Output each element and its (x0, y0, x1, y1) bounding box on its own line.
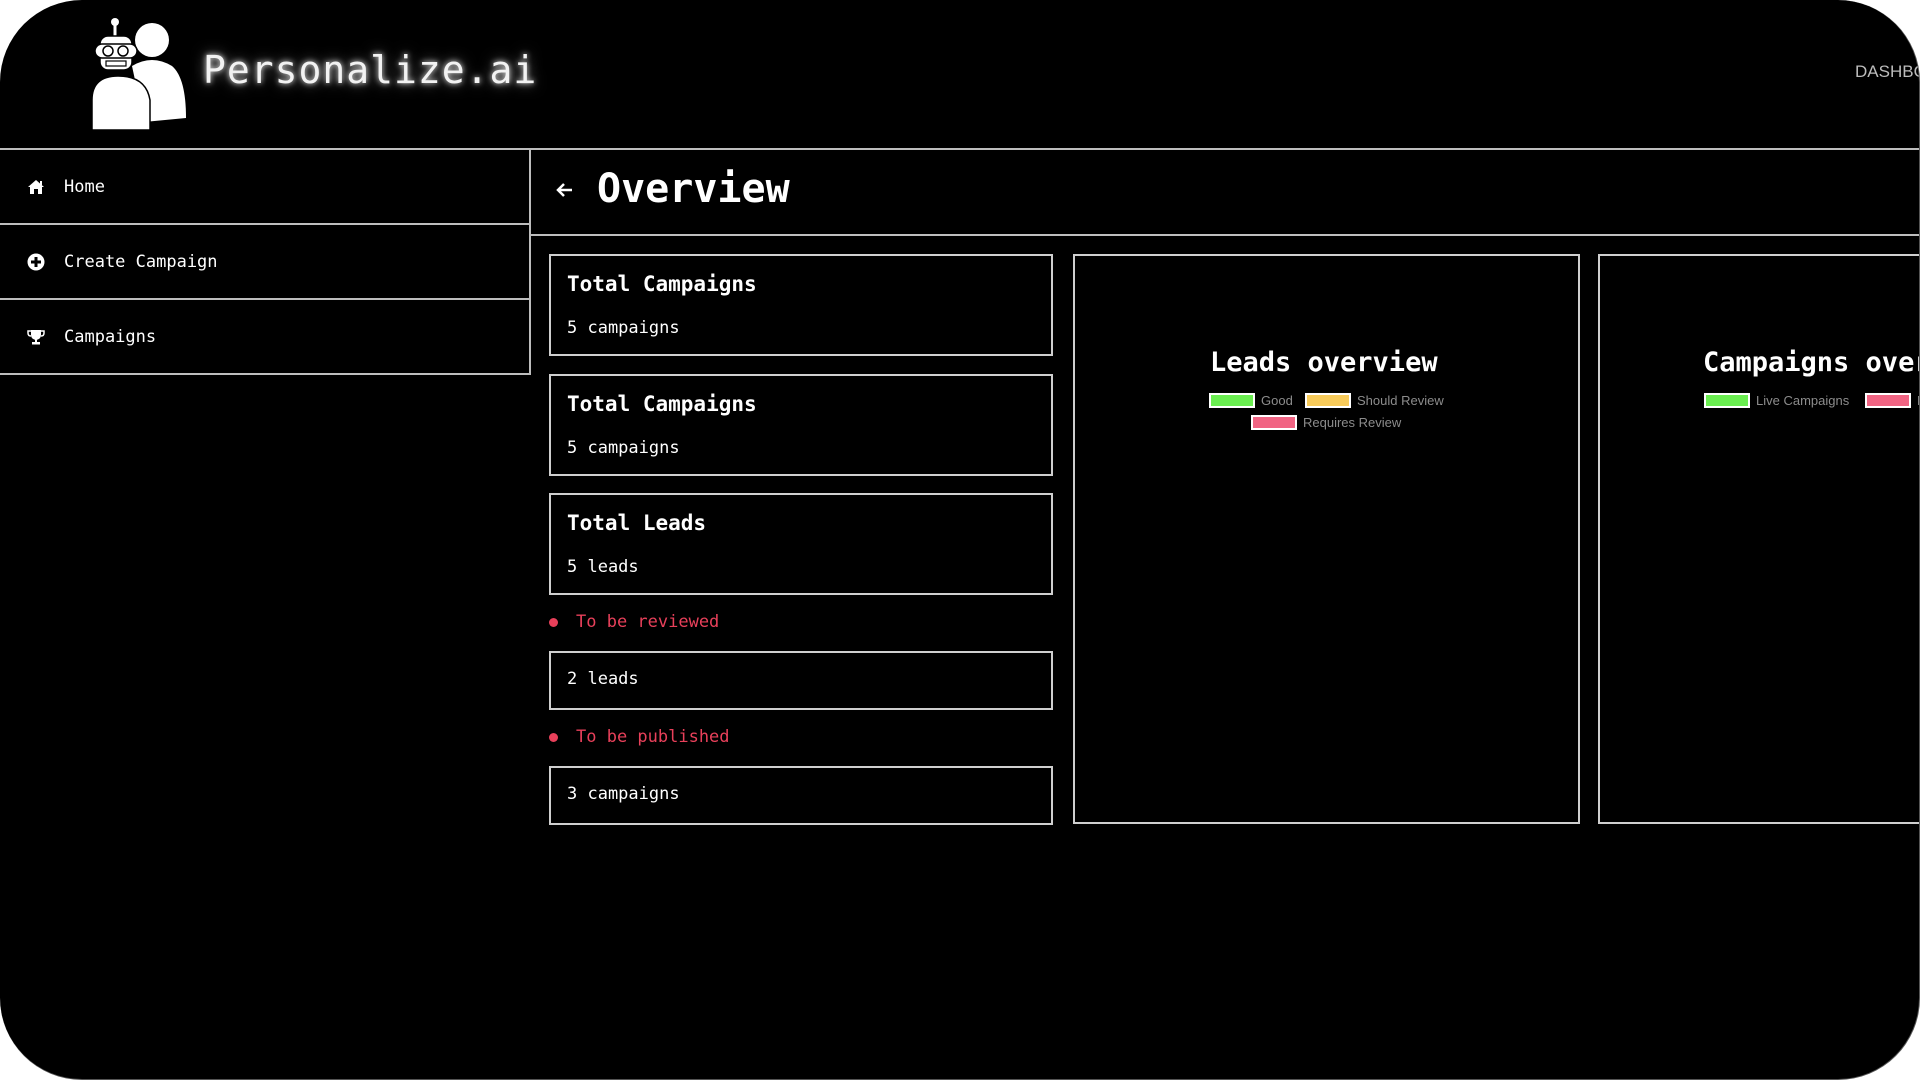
legend-item-good[interactable]: Good (1209, 393, 1293, 408)
stat-card-total-campaigns: Total Campaigns 5 campaigns (549, 254, 1053, 356)
stat-card-value: 5 leads (567, 557, 639, 577)
to-review-card: 2 leads (549, 651, 1053, 710)
to-publish-card: 3 campaigns (549, 766, 1053, 825)
app-window: Personalize.ai DASHBOARD Home Create Cam… (0, 0, 1920, 1080)
stat-card-total-leads: Total Leads 5 leads (549, 493, 1053, 595)
page-header: Overview (531, 150, 1919, 236)
sidebar-item-label: Home (64, 176, 105, 197)
back-arrow-icon[interactable] (555, 180, 577, 202)
stat-card-title: Total Leads (567, 511, 707, 535)
legend-swatch (1209, 393, 1255, 408)
to-review-value: 2 leads (567, 669, 639, 689)
home-icon (26, 177, 46, 197)
stat-card-value: 5 campaigns (567, 438, 680, 458)
to-publish-value: 3 campaigns (567, 784, 680, 804)
legend-swatch (1305, 393, 1351, 408)
nav-link-dashboard[interactable]: DASHBOARD (1855, 62, 1919, 82)
sidebar: Home Create Campaign Campaigns (0, 150, 531, 375)
campaigns-overview-card: Campaigns overview Live Campaigns N (1598, 254, 1919, 824)
status-to-be-published: To be published (548, 727, 730, 747)
status-to-be-reviewed: To be reviewed (548, 612, 719, 632)
chart-title: Campaigns overview (1703, 347, 1919, 378)
trophy-icon (26, 327, 46, 347)
robot-logo-icon (92, 18, 186, 130)
status-dot-icon (549, 732, 558, 742)
top-header: Personalize.ai DASHBOARD (0, 0, 1919, 150)
plus-circle-icon (26, 252, 46, 272)
sidebar-item-label: Create Campaign (64, 251, 218, 272)
legend-swatch (1704, 393, 1750, 408)
sidebar-item-home[interactable]: Home (0, 150, 529, 225)
brand-name: Personalize.ai (203, 48, 538, 92)
chart-title: Leads overview (1210, 347, 1438, 378)
stat-card-title: Total Campaigns (567, 272, 757, 296)
sidebar-item-create-campaign[interactable]: Create Campaign (0, 225, 529, 300)
status-dot-icon (549, 617, 558, 627)
leads-overview-card: Leads overview Good Should Review Requir… (1073, 254, 1580, 824)
status-label: To be published (576, 727, 730, 747)
page-title: Overview (597, 166, 790, 212)
stat-card-title: Total Campaigns (567, 392, 757, 416)
stat-card-value: 5 campaigns (567, 318, 680, 338)
legend-label: Should Review (1357, 393, 1444, 408)
status-label: To be reviewed (576, 612, 720, 632)
stat-card-total-campaigns-2: Total Campaigns 5 campaigns (549, 374, 1053, 476)
legend-label: Good (1261, 393, 1293, 408)
sidebar-item-campaigns[interactable]: Campaigns (0, 300, 529, 375)
legend-item-should-review[interactable]: Should Review (1305, 393, 1444, 408)
sidebar-item-label: Campaigns (64, 326, 157, 347)
